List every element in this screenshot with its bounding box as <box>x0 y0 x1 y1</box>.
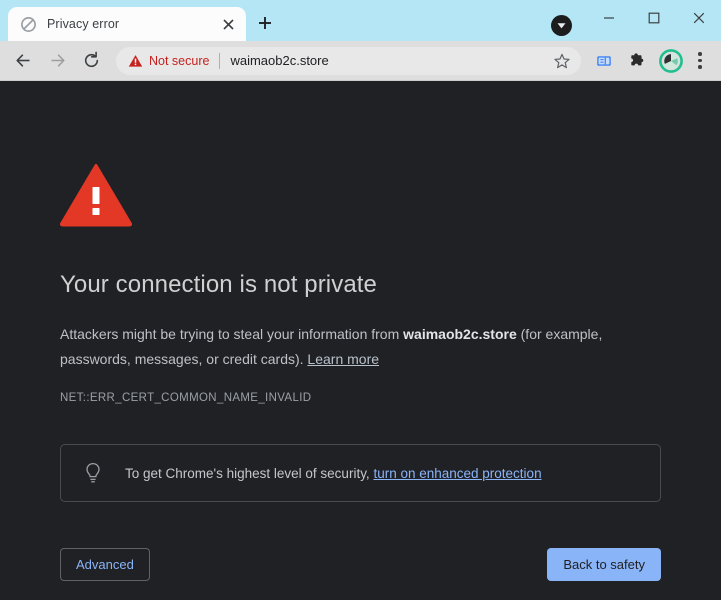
maximize-icon <box>648 12 659 24</box>
enhanced-protection-lead: To get Chrome's highest level of securit… <box>125 465 374 481</box>
browser-toolbar: Not secure waimaob2c.store <box>0 41 721 81</box>
address-bar[interactable]: Not secure waimaob2c.store <box>116 46 581 75</box>
side-panel-icon[interactable] <box>590 47 618 75</box>
menu-dot <box>698 52 702 56</box>
enhanced-protection-callout: To get Chrome's highest level of securit… <box>60 444 661 502</box>
not-secure-label: Not secure <box>149 53 210 68</box>
minimize-icon <box>603 17 614 19</box>
close-icon <box>693 12 704 24</box>
tab-title: Privacy error <box>47 17 120 31</box>
enhanced-protection-text: To get Chrome's highest level of securit… <box>125 466 542 481</box>
back-to-safety-button[interactable]: Back to safety <box>547 548 661 581</box>
warning-triangle-icon <box>128 54 143 67</box>
lightbulb-icon <box>83 462 103 484</box>
forward-button[interactable] <box>42 46 72 76</box>
extensions-puzzle-icon[interactable] <box>624 47 652 75</box>
menu-dot <box>698 58 702 63</box>
learn-more-link[interactable]: Learn more <box>307 351 379 367</box>
chrome-menu-button[interactable] <box>687 47 713 75</box>
menu-dot <box>698 65 702 69</box>
browser-window: Privacy error Not secure waimaob2c.store… <box>0 0 721 600</box>
url-text: waimaob2c.store <box>230 53 329 68</box>
chevron-down-icon <box>557 23 566 29</box>
tab-strip: Privacy error <box>0 0 721 41</box>
blocked-circle-icon <box>20 16 37 33</box>
minimize-button[interactable] <box>586 0 631 36</box>
reload-icon <box>84 51 98 68</box>
reload-button[interactable] <box>76 46 106 76</box>
close-tab-icon[interactable] <box>218 14 238 34</box>
back-button[interactable] <box>8 46 38 76</box>
maximize-button[interactable] <box>631 0 676 36</box>
plus-icon <box>259 17 271 29</box>
red-warning-triangle-icon <box>59 163 133 227</box>
page-title: Your connection is not private <box>60 271 377 298</box>
page-content: Your connection is not private Attackers… <box>0 81 721 600</box>
description-domain: waimaob2c.store <box>403 326 517 342</box>
profile-avatar[interactable] <box>659 48 683 73</box>
advanced-button[interactable]: Advanced <box>60 548 150 581</box>
arrow-left-icon <box>15 54 29 67</box>
arrow-right-icon <box>51 54 65 67</box>
new-tab-button[interactable] <box>251 9 279 37</box>
close-window-button[interactable] <box>676 0 721 36</box>
ssl-interstitial: Your connection is not private Attackers… <box>59 163 661 581</box>
page-description: Attackers might be trying to steal your … <box>60 322 650 372</box>
error-code: NET::ERR_CERT_COMMON_NAME_INVALID <box>60 392 312 404</box>
tab-search-button[interactable] <box>551 15 572 36</box>
security-indicator[interactable]: Not secure <box>128 54 209 68</box>
bookmark-star-icon[interactable] <box>549 48 575 74</box>
description-lead: Attackers might be trying to steal your … <box>60 326 404 342</box>
omnibox-divider <box>219 52 221 69</box>
browser-tab[interactable]: Privacy error <box>8 7 246 41</box>
window-controls <box>586 0 721 36</box>
turn-on-enhanced-protection-link[interactable]: turn on enhanced protection <box>373 466 541 481</box>
action-buttons: Advanced Back to safety <box>60 548 661 581</box>
